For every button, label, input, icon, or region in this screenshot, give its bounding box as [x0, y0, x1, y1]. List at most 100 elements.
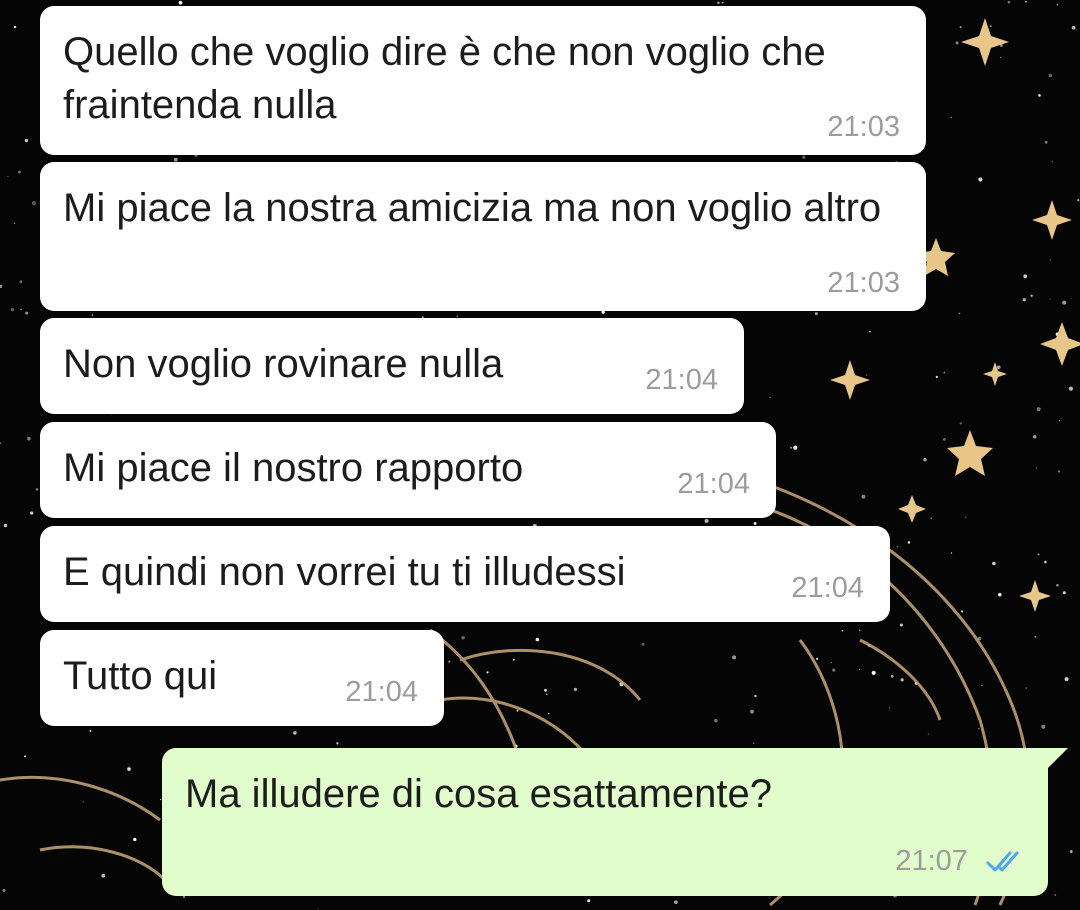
message-bubble-incoming[interactable]: Non voglio rovinare nulla 21:04: [40, 318, 744, 414]
message-bubble-incoming[interactable]: Mi piace il nostro rapporto 21:04: [40, 422, 776, 518]
star-dot: [1036, 407, 1041, 412]
star-dot: [793, 445, 798, 450]
star-dot: [1071, 25, 1076, 30]
star-dot: [544, 688, 547, 692]
star-dot: [859, 629, 861, 631]
star-dot: [1032, 435, 1037, 439]
message-text: Mi piace la nostra amicizia ma non vogli…: [63, 186, 882, 230]
star-dot: [959, 422, 962, 425]
star-dot: [888, 707, 891, 709]
star-dot: [89, 729, 92, 733]
star-dot: [1068, 386, 1073, 391]
message-bubble-incoming[interactable]: Quello che voglio dire è che non voglio …: [40, 6, 926, 155]
star-dot: [486, 671, 489, 674]
star-dot: [721, 1, 724, 4]
star-dot: [965, 516, 967, 518]
star-dot: [1056, 4, 1058, 6]
message-timestamp: 21:07: [895, 845, 968, 877]
star-dot: [20, 308, 22, 311]
star-dot: [1023, 274, 1028, 279]
star-dot: [1030, 294, 1033, 297]
star-dot: [978, 728, 980, 730]
star-dot: [30, 511, 34, 515]
star-icon: [961, 18, 1009, 66]
star-dot: [3, 523, 8, 528]
star-dot: [927, 733, 930, 735]
star-dot: [1025, 687, 1027, 689]
message-bubble-outgoing[interactable]: Ma illudere di cosa esattamente? 21:07: [162, 748, 1068, 896]
star-dot: [790, 446, 792, 449]
star-dot: [1044, 560, 1047, 564]
star-dot: [1034, 635, 1037, 638]
star-dot: [448, 660, 451, 663]
star-icon: [1032, 200, 1072, 240]
star-dot: [890, 674, 894, 678]
star-dot: [978, 177, 983, 182]
message-text: E quindi non vorrei tu ti illudessi: [63, 550, 626, 594]
message-text: Quello che voglio dire è che non voglio …: [63, 30, 826, 127]
message-timestamp: 21:04: [677, 468, 750, 500]
star-dot: [535, 637, 540, 642]
star-dot: [24, 755, 26, 758]
star-dot: [1054, 894, 1057, 897]
star-dot: [943, 372, 945, 374]
star-dot: [955, 41, 959, 45]
star-dot: [587, 899, 591, 903]
star-dot: [2, 888, 6, 892]
star-dot: [923, 457, 927, 462]
star-dot: [317, 908, 319, 910]
star-icon: [1019, 580, 1051, 612]
star-dot: [714, 718, 718, 723]
star-dot: [1051, 161, 1054, 163]
star-dot: [336, 742, 339, 745]
message-bubble-incoming[interactable]: E quindi non vorrei tu ti illudessi 21:0…: [40, 526, 890, 622]
double-check-read-icon: [986, 851, 1019, 872]
star-dot: [1059, 419, 1061, 421]
star-dot: [127, 767, 131, 771]
star-dot: [1000, 56, 1002, 58]
star-dot: [1064, 677, 1069, 682]
star-dot: [19, 280, 23, 284]
star-dot: [930, 517, 933, 520]
star-dot: [18, 170, 21, 174]
star-dot: [989, 25, 992, 28]
star-dot: [1056, 583, 1059, 587]
star-dot: [133, 837, 137, 842]
star-dot: [548, 713, 550, 715]
star-dot: [573, 687, 578, 691]
star-dot: [1022, 298, 1026, 302]
star-dot: [704, 518, 709, 523]
star-dot: [899, 623, 903, 627]
message-timestamp: 21:03: [827, 111, 900, 143]
star-dot: [0, 284, 3, 289]
star-icon: [830, 360, 870, 400]
star-dot: [832, 668, 836, 672]
star-dot: [10, 307, 15, 312]
bubble-tail: [1046, 748, 1068, 770]
star-icon: [947, 430, 993, 476]
star-icon: [983, 362, 1007, 386]
star-dot: [802, 155, 806, 159]
star-dot: [1007, 1, 1010, 4]
message-text: Tutto qui: [63, 654, 218, 698]
star-dot: [958, 312, 961, 315]
star-icon: [1040, 322, 1080, 366]
message-bubble-incoming[interactable]: Mi piace la nostra amicizia ma non vogli…: [40, 162, 926, 311]
message-timestamp: 21:04: [345, 676, 418, 708]
star-dot: [750, 709, 754, 714]
star-dot: [960, 610, 964, 613]
star-dot: [1049, 298, 1051, 300]
star-dot: [732, 655, 737, 660]
message-timestamp: 21:03: [827, 267, 900, 299]
star-dot: [178, 0, 183, 5]
star-dot: [1044, 140, 1048, 144]
star-dot: [942, 437, 946, 441]
star-dot: [950, 552, 953, 554]
star-dot: [1049, 259, 1051, 261]
message-text: Non voglio rovinare nulla: [63, 342, 504, 386]
star-dot: [861, 494, 866, 499]
star-dot: [996, 365, 1001, 370]
star-dot: [24, 138, 29, 143]
star-dot: [950, 116, 952, 119]
message-bubble-incoming[interactable]: Tutto qui 21:04: [40, 630, 444, 726]
